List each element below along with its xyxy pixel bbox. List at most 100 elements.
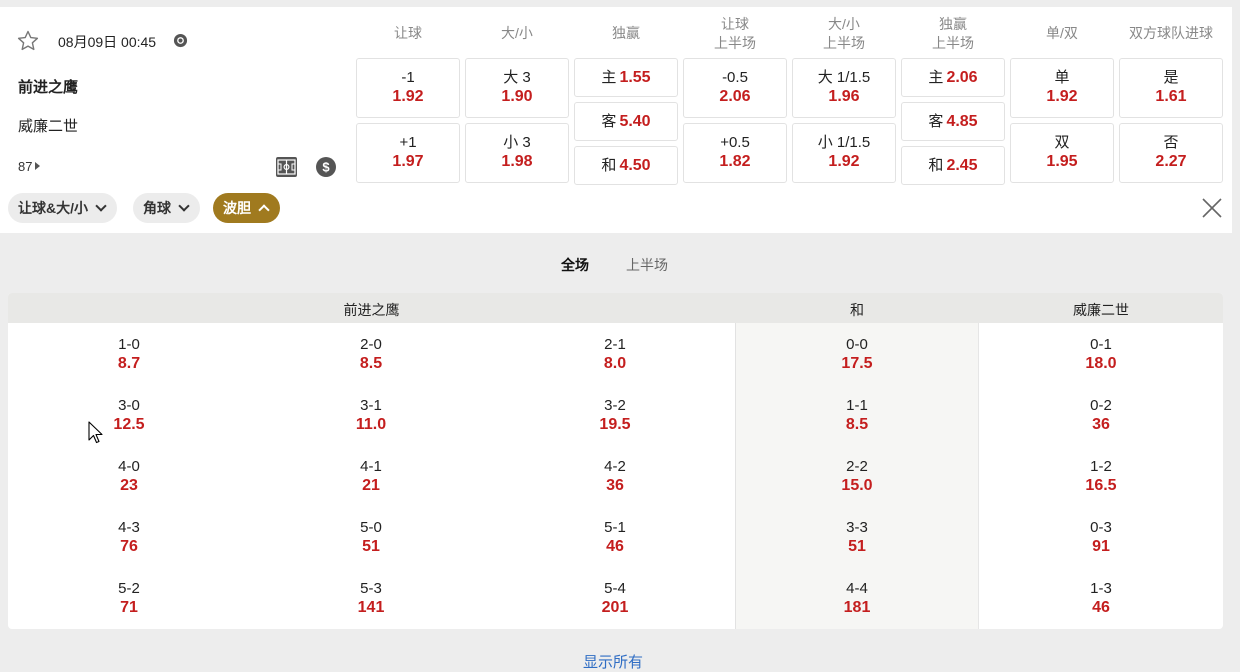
chevron-down-icon (178, 200, 190, 212)
away-team-name[interactable]: 威廉二世 (18, 115, 78, 136)
column-header-line2: 上半场 (932, 35, 974, 51)
score-odds-cell[interactable]: 4-0 23 (69, 458, 189, 496)
star-icon[interactable] (16, 29, 40, 53)
score-odds-cell[interactable]: 5-4 201 (555, 580, 675, 618)
odds-label: 是 (1163, 69, 1179, 86)
score-odds-cell[interactable]: 2-0 8.5 (311, 336, 431, 374)
score-odds-cell[interactable]: 5-1 46 (555, 519, 675, 557)
odds-label: 主 (928, 69, 944, 86)
score-label: 0-2 (1090, 397, 1112, 414)
odds-value: 2.06 (719, 88, 751, 105)
odds-button[interactable]: 和 4.50 (574, 146, 678, 185)
score-odds-cell[interactable]: 5-3 141 (311, 580, 431, 618)
odds-button[interactable]: 双 1.95 (1010, 123, 1114, 183)
score-odds: 8.0 (603, 355, 627, 372)
odds-button[interactable]: 客 5.40 (574, 102, 678, 141)
pitch-icon[interactable] (276, 157, 297, 177)
odds-button[interactable]: 单 1.92 (1010, 58, 1114, 118)
odds-button[interactable]: 小 3 1.98 (465, 123, 569, 183)
column-header-moneyline: 独赢 (574, 24, 678, 43)
odds-button[interactable]: +0.5 1.82 (683, 123, 787, 183)
score-odds-cell[interactable]: 5-2 71 (69, 580, 189, 618)
score-odds-cell[interactable]: 0-3 91 (1041, 519, 1161, 557)
score-odds-cell[interactable]: 3-3 51 (797, 519, 917, 557)
odds-value: 1.95 (1046, 153, 1078, 170)
score-odds: 8.7 (117, 355, 141, 372)
filter-pill-label: 让球&大/小 (18, 200, 88, 216)
column-header-both-score: 双方球队进球 (1119, 24, 1223, 43)
odds-button[interactable]: 主 1.55 (574, 58, 678, 97)
odds-label: +0.5 (720, 134, 750, 151)
score-odds-cell[interactable]: 1-1 8.5 (797, 397, 917, 435)
tab-full-time[interactable]: 全场 (561, 255, 589, 275)
score-odds-cell[interactable]: 1-3 46 (1041, 580, 1161, 618)
score-odds: 17.5 (841, 355, 873, 372)
odds-button[interactable]: 和 2.45 (901, 146, 1005, 185)
tab-first-half[interactable]: 上半场 (626, 255, 668, 275)
show-all-link[interactable]: 显示所有 (583, 651, 643, 672)
score-odds-cell[interactable]: 0-1 18.0 (1041, 336, 1161, 374)
odds-button[interactable]: 主 2.06 (901, 58, 1005, 97)
score-odds-cell[interactable]: 4-1 21 (311, 458, 431, 496)
score-odds-cell[interactable]: 1-0 8.7 (69, 336, 189, 374)
odds-value: 5.40 (619, 113, 651, 130)
score-label: 3-1 (360, 397, 382, 414)
filter-pill[interactable]: 波胆 (213, 193, 280, 223)
odds-label: 和 (601, 157, 617, 174)
odds-value: 4.85 (946, 113, 978, 130)
score-odds-cell[interactable]: 0-0 17.5 (797, 336, 917, 374)
odds-button[interactable]: -1 1.92 (356, 58, 460, 118)
odds-label: 小 3 (503, 134, 531, 151)
odds-button[interactable]: 小 1/1.5 1.92 (792, 123, 896, 183)
filter-pill[interactable]: 角球 (133, 193, 200, 223)
column-header-line2: 上半场 (714, 35, 756, 51)
score-label: 4-1 (360, 458, 382, 475)
mouse-cursor-icon (88, 421, 103, 444)
score-odds-cell[interactable]: 3-2 19.5 (555, 397, 675, 435)
odds-label: 主 (601, 69, 617, 86)
draw-column-header: 和 (735, 293, 979, 323)
score-label: 4-3 (118, 519, 140, 536)
chevron-down-icon (95, 200, 107, 212)
score-label: 5-0 (360, 519, 382, 536)
score-odds-cell[interactable]: 4-2 36 (555, 458, 675, 496)
score-odds-cell[interactable]: 1-2 16.5 (1041, 458, 1161, 496)
live-icon (173, 33, 188, 48)
score-odds-cell[interactable]: 4-3 76 (69, 519, 189, 557)
score-odds-cell[interactable]: 4-4 181 (797, 580, 917, 618)
more-markets-link[interactable]: 87 (18, 159, 41, 174)
score-odds-cell[interactable]: 0-2 36 (1041, 397, 1161, 435)
score-odds-cell[interactable]: 5-0 51 (311, 519, 431, 557)
score-odds: 19.5 (599, 416, 631, 433)
odds-value: 1.92 (1046, 88, 1078, 105)
close-icon[interactable] (1201, 197, 1223, 219)
odds-button[interactable]: 大 3 1.90 (465, 58, 569, 118)
odds-button[interactable]: 否 2.27 (1119, 123, 1223, 183)
score-odds: 46 (606, 538, 624, 555)
score-odds-cell[interactable]: 3-1 11.0 (311, 397, 431, 435)
odds-button[interactable]: -0.5 2.06 (683, 58, 787, 118)
column-header-line1: 独赢 (939, 16, 967, 32)
odds-button[interactable]: 大 1/1.5 1.96 (792, 58, 896, 118)
odds-button[interactable]: 客 4.85 (901, 102, 1005, 141)
score-label: 2-1 (604, 336, 626, 353)
dollar-icon[interactable]: $ (316, 157, 336, 177)
odds-button[interactable]: +1 1.97 (356, 123, 460, 183)
home-team-name[interactable]: 前进之鹰 (18, 76, 78, 97)
score-label: 1-3 (1090, 580, 1112, 597)
odds-label: 双 (1054, 134, 1070, 151)
score-odds-cell[interactable]: 3-0 12.5 (69, 397, 189, 435)
filter-pill[interactable]: 让球&大/小 (8, 193, 117, 223)
column-header-line1: 单/双 (1046, 25, 1078, 41)
score-odds-cell[interactable]: 2-1 8.0 (555, 336, 675, 374)
score-odds: 15.0 (841, 477, 873, 494)
score-odds: 36 (1092, 416, 1110, 433)
column-header-over-under-1h: 大/小 上半场 (792, 15, 896, 53)
odds-value: 1.82 (719, 153, 751, 170)
odds-label: 否 (1163, 134, 1179, 151)
score-odds-cell[interactable]: 2-2 15.0 (797, 458, 917, 496)
odds-label: -0.5 (722, 69, 748, 86)
odds-button[interactable]: 是 1.61 (1119, 58, 1223, 118)
odds-label: -1 (401, 69, 415, 86)
score-odds: 8.5 (359, 355, 383, 372)
